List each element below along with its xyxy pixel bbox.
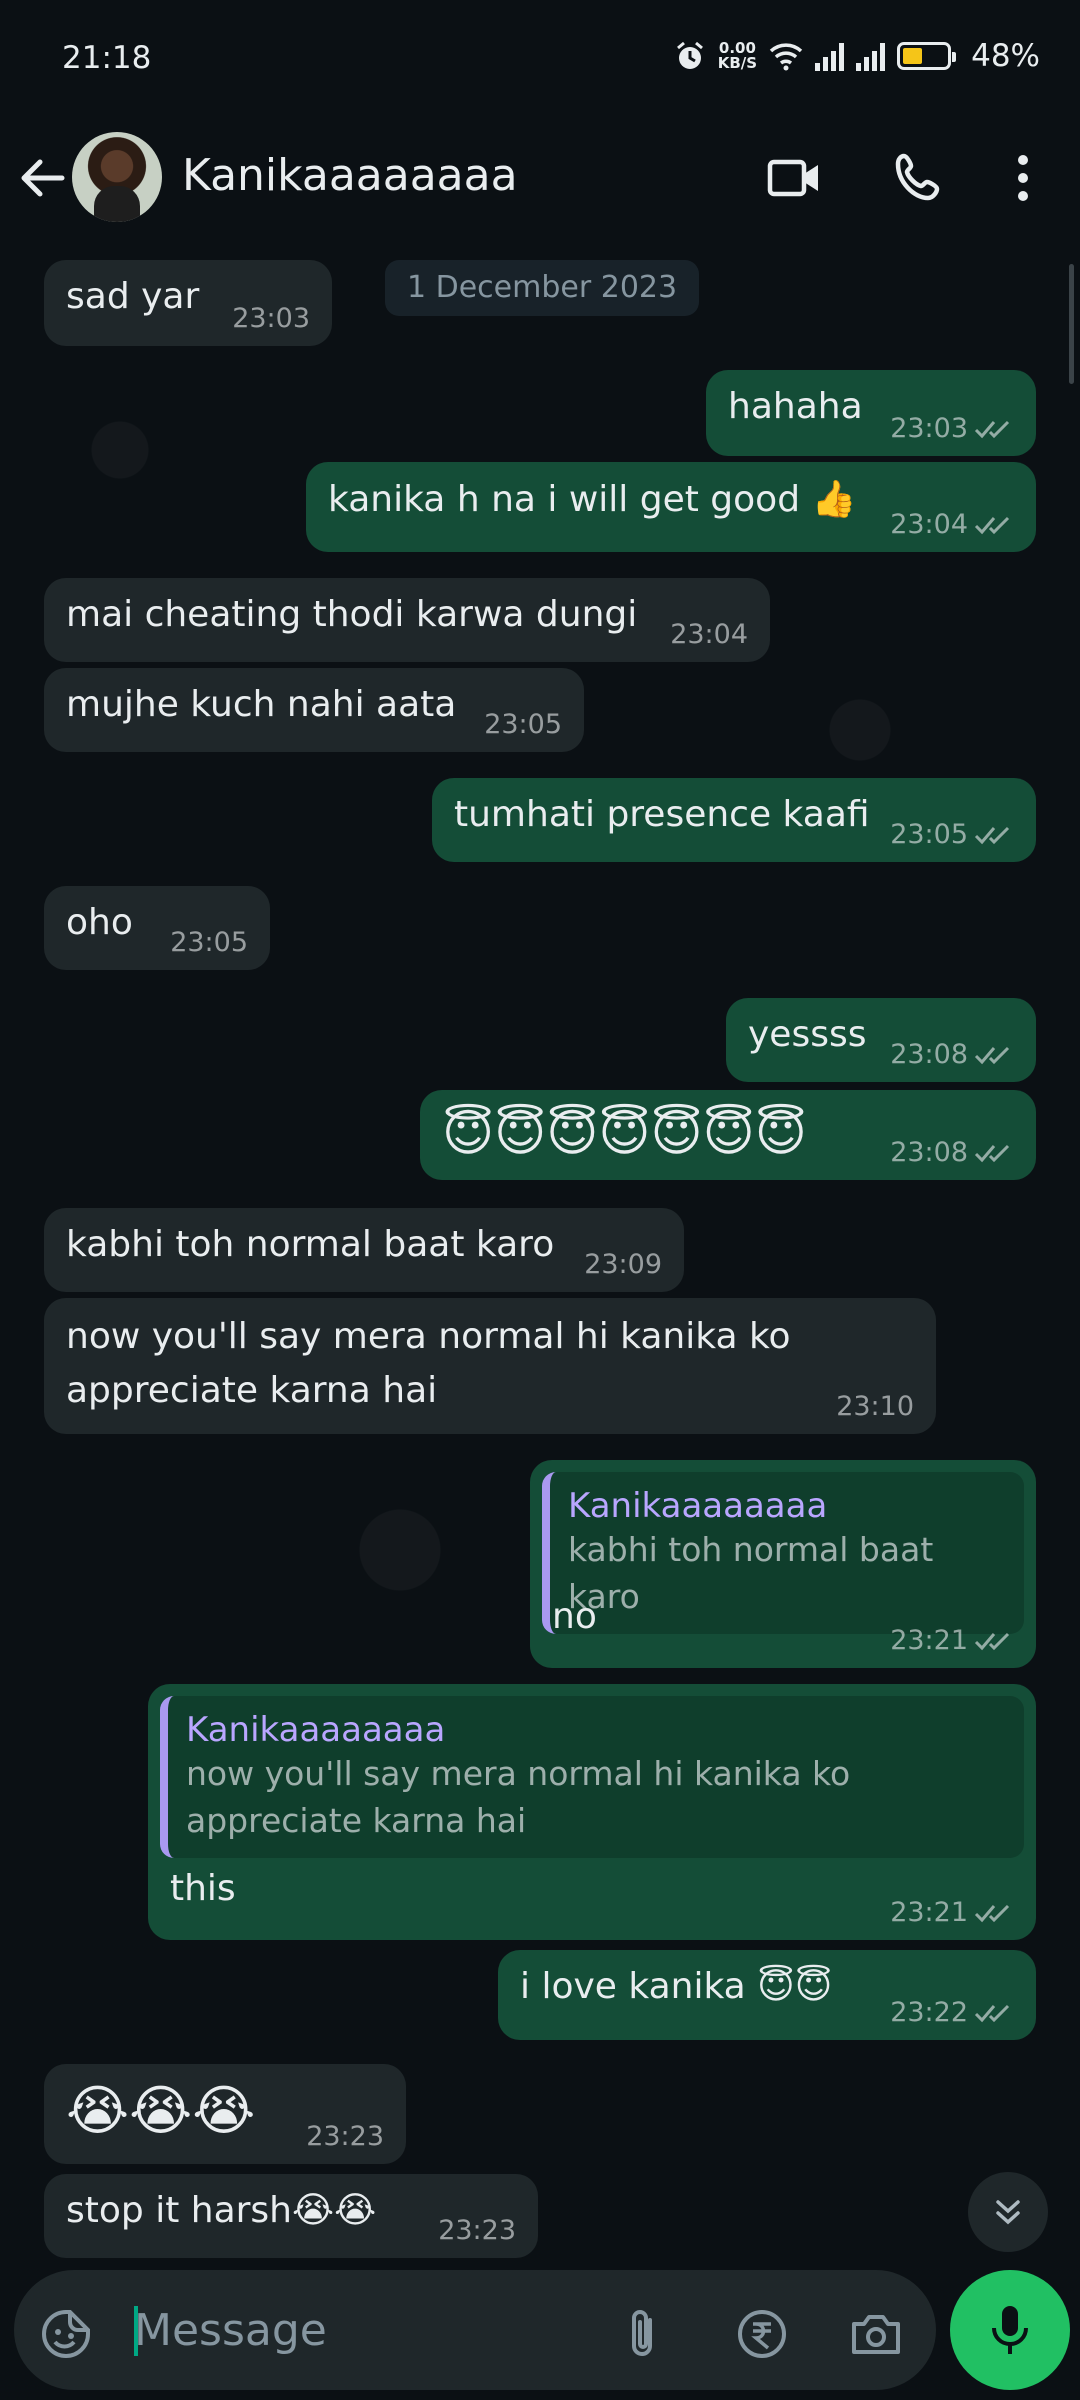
- message-input[interactable]: [134, 2300, 594, 2360]
- scrollbar[interactable]: [1069, 264, 1074, 384]
- read-ticks-icon: [974, 826, 1010, 844]
- battery-percent: 48%: [971, 38, 1040, 74]
- alarm-icon: [676, 41, 703, 69]
- avatar[interactable]: [72, 132, 162, 222]
- signal-icon-sim2: [856, 41, 886, 71]
- network-speed: 0.00 KB/S: [717, 39, 758, 72]
- message-bubble[interactable]: now you'll say mera normal hi kanika ko …: [44, 1298, 936, 1434]
- quoted-message[interactable]: Kanikaaaaaaaa kabhi toh normal baat karo: [542, 1472, 1024, 1634]
- message-bubble[interactable]: 😭😭😭 23:23: [44, 2064, 406, 2164]
- message-bubble[interactable]: stop it harsh😭😭 23:23: [44, 2174, 538, 2258]
- read-ticks-icon: [974, 2004, 1010, 2022]
- reply-message-bubble[interactable]: Kanikaaaaaaaa now you'll say mera normal…: [148, 1684, 1036, 1940]
- message-bubble[interactable]: yessss 23:08: [726, 998, 1036, 1082]
- composer: [0, 2260, 1080, 2400]
- message-bubble[interactable]: i love kanika 😇😇 23:22: [498, 1950, 1036, 2040]
- status-time: 21:18: [62, 40, 152, 76]
- message-bubble[interactable]: tumhati presence kaafi 23:05: [432, 778, 1036, 862]
- attach-icon[interactable]: [622, 2306, 662, 2362]
- message-bubble[interactable]: mujhe kuch nahi aata 23:05: [44, 668, 584, 752]
- message-list[interactable]: sad yar 23:03 1 December 2023 hahaha 23:…: [0, 250, 1080, 2260]
- battery-icon: [897, 42, 957, 70]
- read-ticks-icon: [974, 1046, 1010, 1064]
- read-ticks-icon: [974, 516, 1010, 534]
- mic-icon: [992, 2306, 1028, 2354]
- reply-message-bubble[interactable]: Kanikaaaaaaaa kabhi toh normal baat karo…: [530, 1460, 1036, 1668]
- message-bubble[interactable]: kanika h na i will get good 👍 23:04: [306, 462, 1036, 552]
- quoted-message[interactable]: Kanikaaaaaaaa now you'll say mera normal…: [160, 1696, 1024, 1858]
- rupee-payment-icon[interactable]: [734, 2306, 790, 2362]
- read-ticks-icon: [974, 1144, 1010, 1162]
- status-icons: 0.00 KB/S 48%: [674, 38, 1040, 74]
- sticker-icon[interactable]: [38, 2306, 94, 2362]
- voice-call-icon[interactable]: [890, 150, 946, 206]
- message-bubble[interactable]: mai cheating thodi karwa dungi 23:04: [44, 578, 770, 662]
- voice-record-button[interactable]: [950, 2270, 1070, 2390]
- more-options-icon[interactable]: [1008, 150, 1038, 206]
- message-bubble[interactable]: kabhi toh normal baat karo 23:09: [44, 1208, 684, 1292]
- status-bar: 21:18 0.00 KB/S 48%: [0, 0, 1080, 120]
- message-input-pill[interactable]: [14, 2270, 936, 2390]
- message-bubble[interactable]: sad yar 23:03: [44, 260, 332, 346]
- contact-name[interactable]: Kanikaaaaaaaa: [182, 150, 518, 201]
- chat-header: Kanikaaaaaaaa: [0, 120, 1080, 250]
- back-arrow-icon[interactable]: [18, 148, 68, 208]
- wifi-icon: [769, 43, 803, 71]
- signal-icon-sim1: [815, 41, 845, 71]
- message-bubble[interactable]: 😇😇😇😇😇😇😇 23:08: [420, 1090, 1036, 1180]
- scroll-to-bottom-button[interactable]: [968, 2172, 1048, 2252]
- date-chip: 1 December 2023: [385, 260, 700, 316]
- camera-icon[interactable]: [848, 2306, 904, 2362]
- read-ticks-icon: [974, 420, 1010, 438]
- read-ticks-icon: [974, 1904, 1010, 1922]
- double-chevron-down-icon: [996, 2200, 1020, 2225]
- video-call-icon[interactable]: [766, 150, 822, 206]
- read-ticks-icon: [974, 1632, 1010, 1650]
- message-bubble[interactable]: hahaha 23:03: [706, 370, 1036, 456]
- message-bubble[interactable]: oho 23:05: [44, 886, 270, 970]
